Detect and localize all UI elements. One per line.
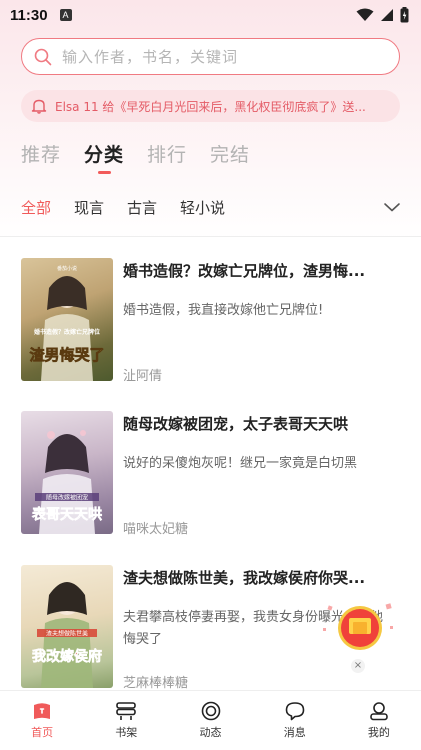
nav-profile[interactable]: 我的 xyxy=(337,691,421,750)
cover-subtitle: 渣夫想做陈世美 xyxy=(46,630,88,638)
active-tab-indicator xyxy=(98,171,112,174)
tab-category[interactable]: 分类 xyxy=(84,140,124,180)
nav-label: 书架 xyxy=(115,726,138,739)
book-cover-art: 随母改嫁被团宠 表哥天天哄 xyxy=(31,430,102,534)
book-description: 说好的呆傻炮灰呢！继兄一家竟是白切黑 xyxy=(123,456,358,471)
main-tabs: 推荐 分类 排行 完结 xyxy=(21,140,273,180)
nav-label: 我的 xyxy=(367,726,390,739)
book-cover[interactable]: 番茄小说 婚书造假？改嫁亡兄牌位 渣男悔哭了 xyxy=(21,258,113,381)
book-author: 芝麻棒棒糖 xyxy=(123,676,189,691)
cover-brand: 番茄小说 xyxy=(57,265,77,272)
tab-recommend[interactable]: 推荐 xyxy=(21,140,61,180)
status-icons xyxy=(356,7,409,23)
red-envelope-icon xyxy=(323,603,393,650)
subtab-light-novel[interactable]: 轻小说 xyxy=(180,197,225,218)
book-cover[interactable]: 随母改嫁被团宠 表哥天天哄 xyxy=(21,411,113,534)
book-item[interactable]: 番茄小说 婚书造假？改嫁亡兄牌位 渣男悔哭了 婚书造假？改嫁亡兄牌位，渣男悔..… xyxy=(21,258,401,384)
nav-feed[interactable]: 动态 xyxy=(168,691,252,750)
cover-title: 表哥天天哄 xyxy=(31,506,102,523)
subtab-ancient[interactable]: 古言 xyxy=(127,197,157,218)
tab-ranking[interactable]: 排行 xyxy=(147,140,187,180)
book-author: 沚阿倩 xyxy=(123,369,163,384)
book-cover-art: 番茄小说 婚书造假？改嫁亡兄牌位 渣男悔哭了 xyxy=(29,265,105,381)
status-bar: 11:30 A xyxy=(0,0,421,30)
subtab-all[interactable]: 全部 xyxy=(21,197,51,218)
divider xyxy=(0,236,421,237)
cover-title: 我改嫁侯府 xyxy=(32,648,102,665)
cover-subtitle: 随母改嫁被团宠 xyxy=(46,494,88,502)
sub-tabs: 全部 现言 古言 轻小说 xyxy=(21,195,401,219)
feed-icon xyxy=(201,701,220,721)
book-cover[interactable]: 渣夫想做陈世美 我改嫁侯府 xyxy=(21,565,113,688)
bookshelf-icon xyxy=(116,702,137,720)
nav-label: 消息 xyxy=(283,726,306,739)
book-description: 婚书造假，我直接改嫁他亡兄牌位! xyxy=(123,303,324,318)
book-title: 婚书造假？改嫁亡兄牌位，渣男悔... xyxy=(123,262,366,280)
book-title: 随母改嫁被团宠，太子表哥天天哄 xyxy=(123,415,349,433)
profile-icon xyxy=(370,702,388,721)
notice-text: Elsa 11 给《早死白月光回来后，黑化权臣彻底疯了》送... xyxy=(55,99,366,114)
book-title: 渣夫想做陈世美，我改嫁侯府你哭... xyxy=(123,569,366,587)
cover-subtitle: 婚书造假？改嫁亡兄牌位 xyxy=(33,328,100,336)
book-item[interactable]: 随母改嫁被团宠 表哥天天哄 随母改嫁被团宠，太子表哥天天哄 说好的呆傻炮灰呢！继… xyxy=(21,411,401,537)
nav-label: 首页 xyxy=(31,726,54,739)
nav-messages[interactable]: 消息 xyxy=(253,691,337,750)
bottom-nav: 首页 书架 动态 消息 我的 xyxy=(0,690,421,750)
nav-home[interactable]: 首页 xyxy=(0,691,84,750)
notification-icon: A xyxy=(59,9,72,21)
cover-title: 渣男悔哭了 xyxy=(29,346,104,364)
search-bar[interactable]: 输入作者，书名，关键词 xyxy=(21,38,400,75)
chevron-down-icon[interactable] xyxy=(383,201,401,213)
nav-bookshelf[interactable]: 书架 xyxy=(84,691,168,750)
search-icon xyxy=(34,48,52,65)
close-icon[interactable]: × xyxy=(351,659,365,673)
tab-completed[interactable]: 完结 xyxy=(210,140,250,180)
signal-icon xyxy=(381,9,393,21)
status-time: 11:30 xyxy=(10,6,48,24)
book-cover-art: 渣夫想做陈世美 我改嫁侯府 xyxy=(32,582,102,688)
message-icon xyxy=(285,702,305,721)
battery-icon xyxy=(400,7,409,23)
notice-banner[interactable]: Elsa 11 给《早死白月光回来后，黑化权臣彻底疯了》送... xyxy=(21,90,400,122)
tab-category-label: 分类 xyxy=(84,144,125,166)
floating-reward-button[interactable] xyxy=(320,596,400,658)
search-placeholder: 输入作者，书名，关键词 xyxy=(62,48,239,66)
wifi-icon xyxy=(356,8,374,21)
bell-icon xyxy=(31,99,47,114)
subtab-modern[interactable]: 现言 xyxy=(74,197,104,218)
book-author: 喵咪太妃糖 xyxy=(123,522,189,537)
home-icon xyxy=(34,703,51,719)
nav-label: 动态 xyxy=(199,726,222,739)
